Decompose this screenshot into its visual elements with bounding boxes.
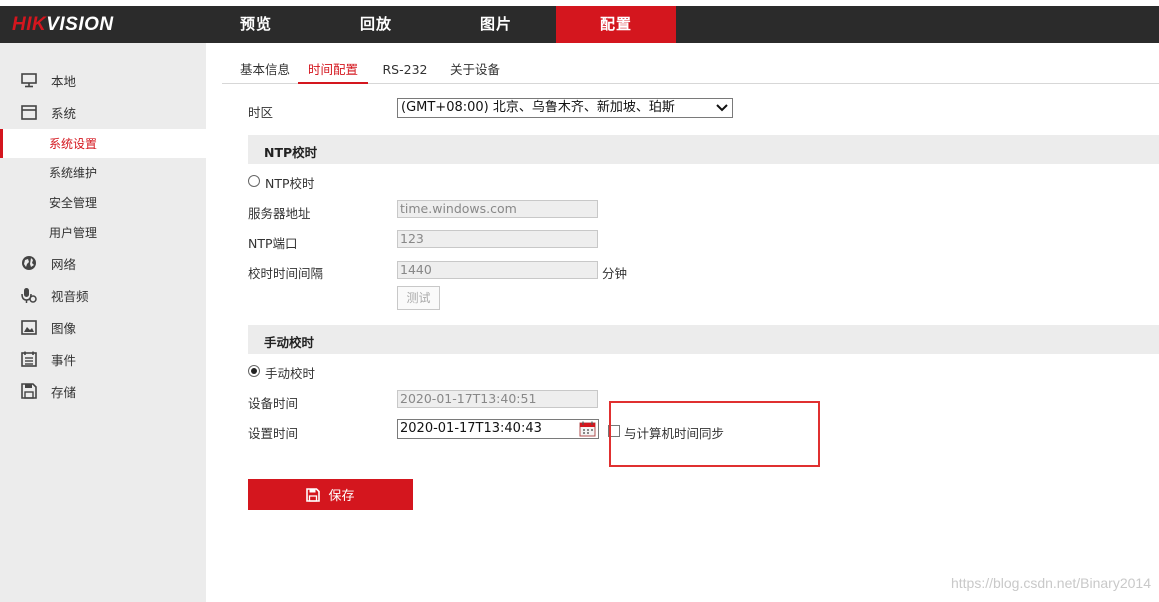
- manual-section-header: 手动校时: [248, 325, 1159, 354]
- interval-unit: 分钟: [602, 266, 628, 281]
- sidebar-subitem-label: 用户管理: [49, 226, 98, 240]
- device-time-label: 设备时间: [248, 396, 299, 411]
- sidebar-item-label: 系统: [51, 105, 77, 121]
- logo-part1: HIK: [12, 14, 47, 35]
- manual-radio-label: 手动校时: [265, 366, 316, 381]
- logo-part2: VISION: [46, 14, 114, 35]
- config-tabs: 基本信息 时间配置 RS-232 关于设备: [222, 55, 1159, 84]
- sidebar-item-label: 存储: [51, 384, 77, 400]
- ntp-port-field[interactable]: 123: [397, 230, 598, 248]
- tab-rs232[interactable]: RS-232: [378, 55, 432, 84]
- set-time-label: 设置时间: [248, 426, 299, 441]
- ntp-radio[interactable]: [248, 175, 260, 187]
- manual-section-title: 手动校时: [264, 335, 315, 350]
- annotation-highlight-box: [609, 401, 820, 467]
- ntp-section-title: NTP校时: [264, 145, 318, 160]
- tab-time-settings[interactable]: 时间配置: [298, 55, 368, 84]
- calendar-list-icon: [20, 350, 38, 368]
- monitor-icon: [20, 71, 38, 89]
- sidebar-item-label: 网络: [51, 256, 77, 272]
- timezone-value: (GMT+08:00) 北京、乌鲁木齐、新加坡、珀斯: [401, 100, 675, 115]
- sidebar-subitem-system-maintenance[interactable]: 系统维护: [0, 158, 206, 187]
- sidebar-item-system[interactable]: 系统: [0, 97, 206, 127]
- device-time-field: 2020-01-17T13:40:51: [397, 390, 598, 408]
- calendar-icon[interactable]: [579, 421, 597, 437]
- ntp-radio-label: NTP校时: [265, 176, 315, 191]
- save-button[interactable]: 保存: [248, 479, 413, 510]
- tab-about-device[interactable]: 关于设备: [444, 55, 506, 84]
- sidebar-subitem-label: 系统设置: [49, 137, 98, 151]
- main-nav: 预览 回放 图片 配置: [196, 6, 676, 43]
- nav-picture[interactable]: 图片: [436, 6, 556, 43]
- sidebar-subitem-system-settings[interactable]: 系统设置: [0, 129, 206, 158]
- test-button[interactable]: 测试: [397, 286, 440, 310]
- sidebar-item-storage[interactable]: 存储: [0, 376, 206, 406]
- interval-label: 校时时间间隔: [248, 266, 324, 281]
- nav-configuration[interactable]: 配置: [556, 6, 676, 43]
- sidebar-item-label: 本地: [51, 73, 77, 89]
- sidebar-item-video-audio[interactable]: 视音频: [0, 280, 206, 310]
- sidebar-item-network[interactable]: 网络: [0, 248, 206, 278]
- globe-icon: [20, 254, 38, 272]
- timezone-label: 时区: [248, 105, 274, 120]
- save-button-label: 保存: [328, 489, 355, 504]
- watermark: https://blog.csdn.net/Binary2014: [950, 575, 1151, 591]
- interval-field[interactable]: 1440: [397, 261, 598, 279]
- image-icon: [20, 318, 38, 336]
- system-icon: [20, 103, 38, 121]
- sidebar-item-label: 视音频: [51, 288, 89, 304]
- sidebar-subitem-security[interactable]: 安全管理: [0, 188, 206, 217]
- sidebar-item-local[interactable]: 本地: [0, 65, 206, 95]
- hikvision-logo: HIKVISION: [12, 14, 114, 36]
- sidebar-item-image[interactable]: 图像: [0, 312, 206, 342]
- sidebar-subitem-label: 系统维护: [49, 166, 98, 180]
- microphone-icon: [20, 286, 38, 304]
- sidebar-item-label: 事件: [51, 352, 77, 368]
- server-address-label: 服务器地址: [248, 206, 311, 221]
- sidebar-item-label: 图像: [51, 320, 77, 336]
- timezone-select[interactable]: (GMT+08:00) 北京、乌鲁木齐、新加坡、珀斯: [397, 98, 733, 118]
- sidebar-subitem-label: 安全管理: [49, 196, 98, 210]
- top-nav-bar: HIKVISION 预览 回放 图片 配置: [0, 6, 1159, 43]
- ntp-section-header: NTP校时: [248, 135, 1159, 164]
- nav-preview[interactable]: 预览: [196, 6, 316, 43]
- floppy-disk-icon: [306, 487, 321, 502]
- nav-playback[interactable]: 回放: [316, 6, 436, 43]
- chevron-down-icon: [716, 104, 728, 112]
- ntp-port-label: NTP端口: [248, 236, 298, 251]
- sidebar-subitem-user-management[interactable]: 用户管理: [0, 218, 206, 247]
- set-time-field[interactable]: 2020-01-17T13:40:43: [397, 419, 599, 439]
- floppy-disk-icon: [20, 382, 38, 400]
- server-address-field[interactable]: time.windows.com: [397, 200, 598, 218]
- tab-basic-info[interactable]: 基本信息: [232, 55, 298, 84]
- sidebar-item-event[interactable]: 事件: [0, 344, 206, 374]
- manual-radio[interactable]: [248, 365, 260, 377]
- sidebar: 本地 系统 系统设置 系统维护 安全管理 用户管理 网络 视音频 图像 事件 存…: [0, 43, 206, 602]
